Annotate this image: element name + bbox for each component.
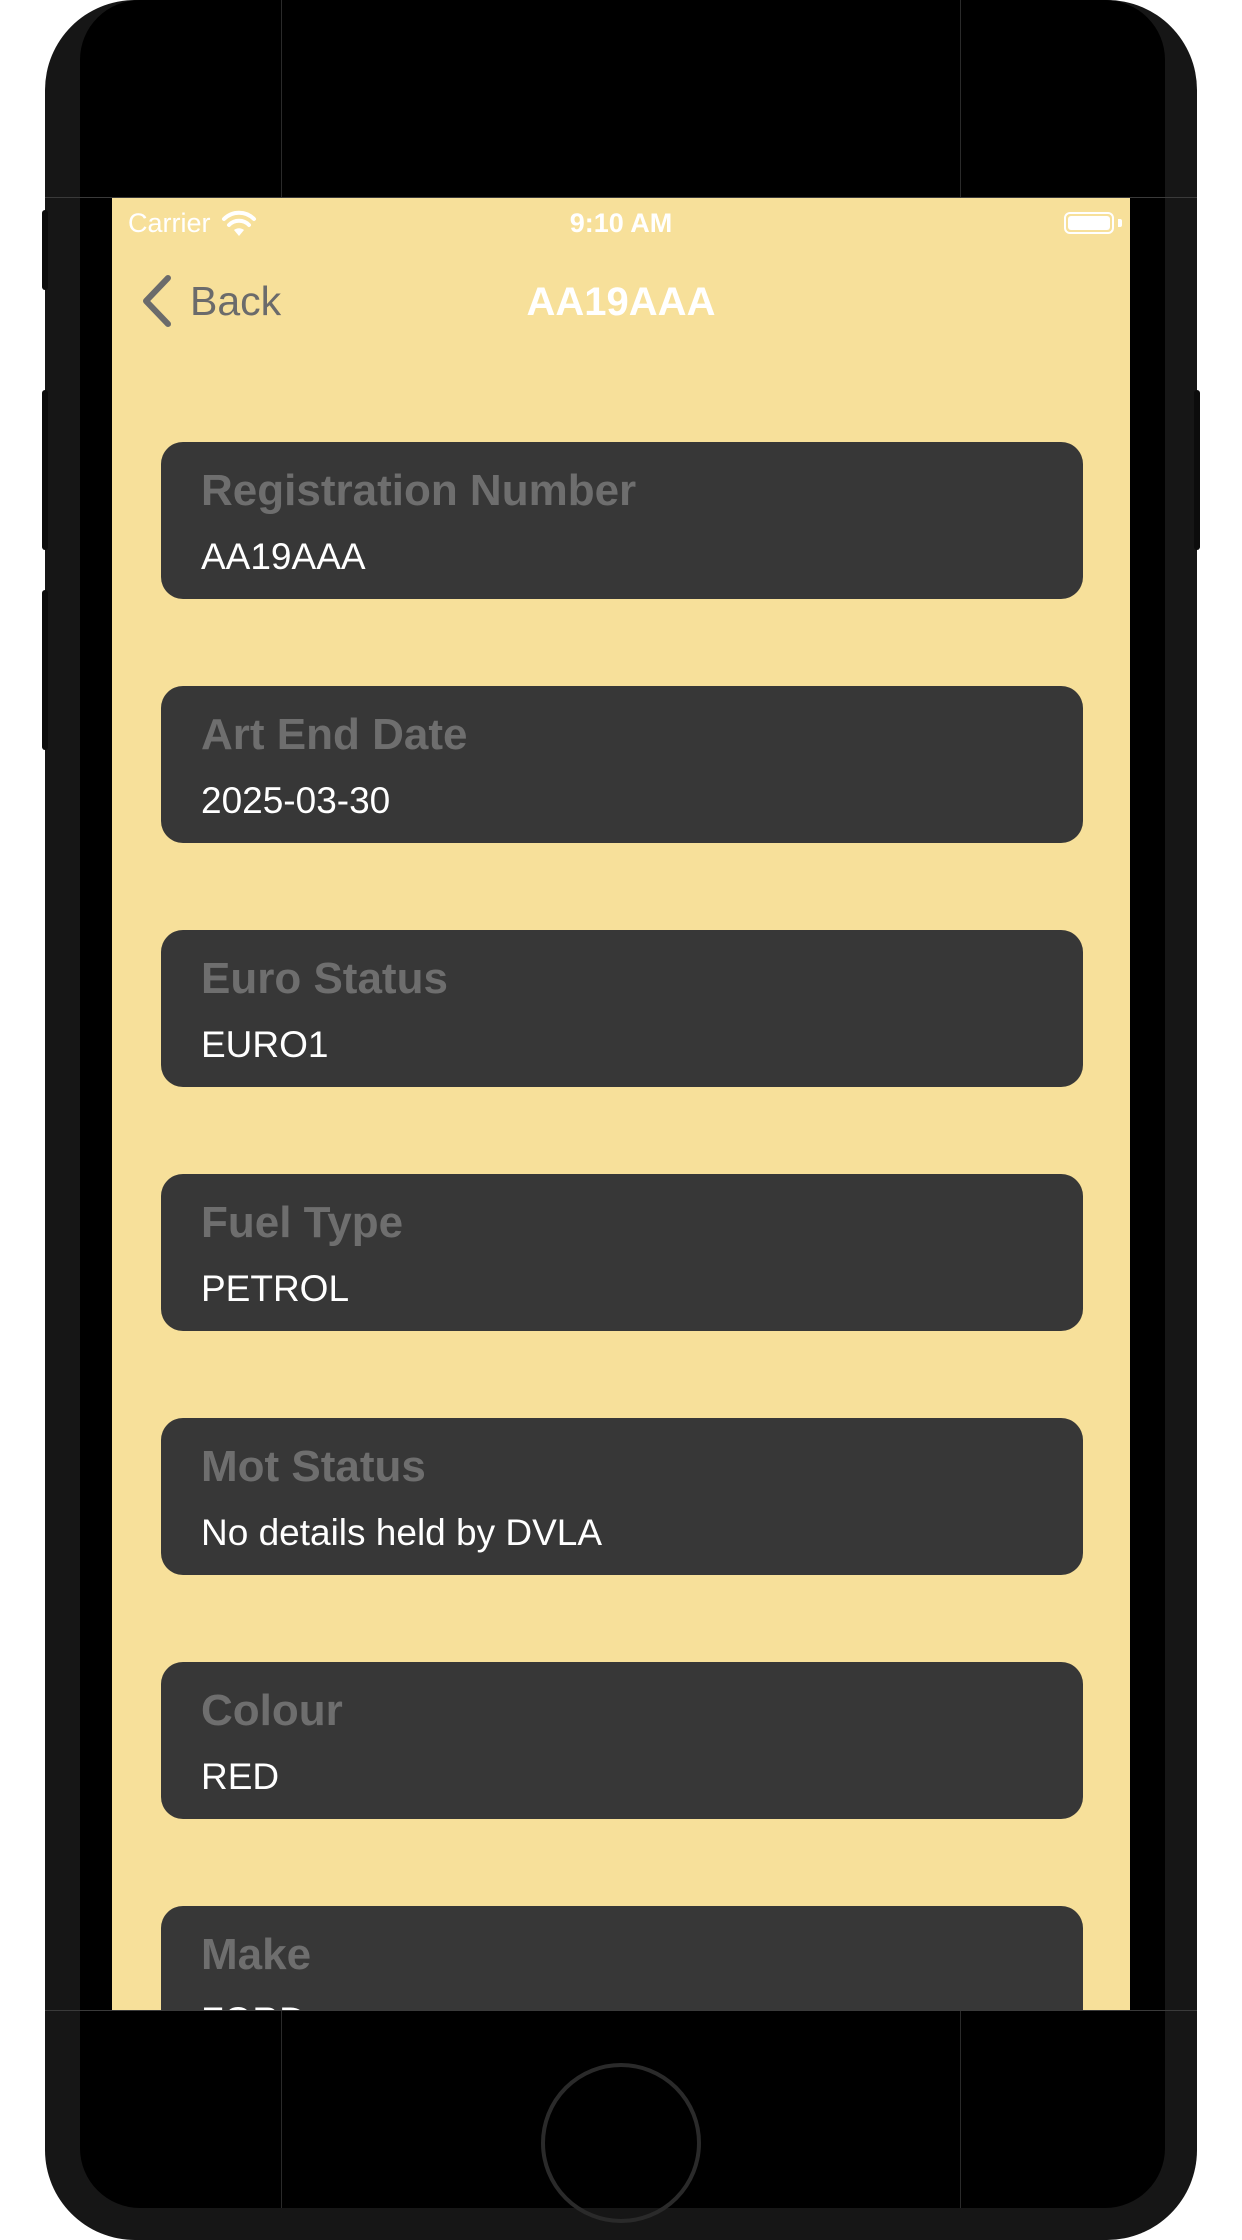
navigation-bar: Back AA19AAA [112,258,1130,346]
field-value: RED [201,1756,280,1797]
battery-icon [1064,212,1114,234]
field-value: FORD [201,2000,306,2010]
field-card-art-end-date: Art End Date 2025-03-30 [161,686,1083,843]
mute-switch [42,210,48,290]
power-button [1194,390,1200,550]
field-card-euro-status: Euro Status EURO1 [161,930,1083,1087]
field-value: AA19AAA [201,536,366,577]
field-label: Mot Status [201,1442,426,1491]
field-value: EURO1 [201,1024,329,1065]
page-title: AA19AAA [526,280,716,324]
field-value: 2025-03-30 [201,780,391,821]
field-card-fuel-type: Fuel Type PETROL [161,1174,1083,1331]
field-card-mot-status: Mot Status No details held by DVLA [161,1418,1083,1575]
field-card-make: Make FORD [161,1906,1083,2010]
volume-down-button [42,590,48,750]
status-time: 9:10 AM [569,208,673,238]
field-value: PETROL [201,1268,350,1309]
field-card-colour: Colour RED [161,1662,1083,1819]
app-screen: Carrier 9:10 AM Back AA19AAA Registratio… [112,198,1130,2010]
field-label: Colour [201,1686,343,1735]
guide-line [45,2010,1197,2011]
field-card-registration: Registration Number AA19AAA [161,442,1083,599]
volume-up-button [42,390,48,550]
field-label: Fuel Type [201,1198,404,1247]
home-button[interactable] [541,2063,701,2223]
battery-tip [1118,219,1122,227]
field-label: Art End Date [201,710,468,759]
battery-level [1068,216,1110,230]
status-bar: Carrier 9:10 AM [112,198,1130,248]
field-label: Make [201,1930,312,1979]
field-label: Registration Number [201,466,637,515]
field-value: No details held by DVLA [201,1512,603,1553]
field-label: Euro Status [201,954,448,1003]
